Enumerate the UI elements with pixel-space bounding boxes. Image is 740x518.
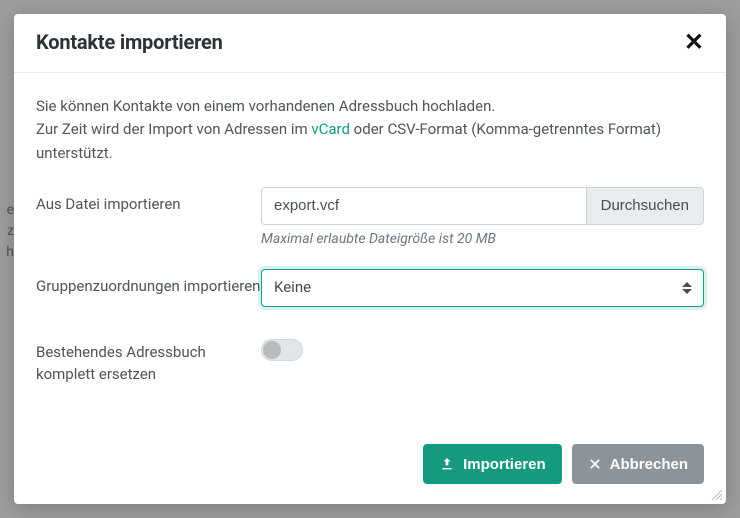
import-button[interactable]: Importieren — [423, 444, 562, 484]
cancel-button-label: Abbrechen — [610, 456, 688, 473]
intro-line-1: Sie können Kontakte von einem vorhandene… — [36, 97, 495, 115]
upload-icon — [439, 456, 455, 472]
vcard-link[interactable]: vCard — [311, 120, 350, 138]
file-size-help: Maximal erlaubte Dateigröße ist 20 MB — [261, 231, 704, 247]
cancel-button[interactable]: Abbrechen — [572, 444, 704, 484]
file-import-label: Aus Datei importieren — [36, 187, 261, 216]
replace-addressbook-row: Bestehendes Adressbuch komplett ersetzen — [36, 335, 704, 386]
intro-text: Sie können Kontakte von einem vorhandene… — [36, 95, 704, 165]
close-small-icon — [588, 457, 602, 471]
group-assignments-selected: Keine — [274, 278, 311, 296]
intro-line-2a: Zur Zeit wird der Import von Adressen im — [36, 120, 311, 138]
group-assignments-label: Gruppenzuordnungen importieren — [36, 269, 261, 298]
dialog-title: Kontakte importieren — [36, 30, 223, 54]
replace-addressbook-label: Bestehendes Adressbuch komplett ersetzen — [36, 335, 261, 386]
dialog-footer: Importieren Abbrechen — [14, 434, 726, 504]
group-assignments-select[interactable]: Keine — [261, 269, 704, 307]
dialog-body: Sie können Kontakte von einem vorhandene… — [14, 73, 726, 434]
browse-button[interactable]: Durchsuchen — [586, 188, 703, 224]
import-button-label: Importieren — [463, 456, 546, 473]
close-icon[interactable]: ✕ — [684, 30, 704, 54]
import-contacts-dialog: Kontakte importieren ✕ Sie können Kontak… — [14, 14, 726, 504]
group-assignments-row: Gruppenzuordnungen importieren Keine — [36, 269, 704, 307]
replace-addressbook-toggle[interactable] — [261, 339, 303, 361]
toggle-knob — [263, 341, 281, 359]
file-import-row: Aus Datei importieren Durchsuchen Maxima… — [36, 187, 704, 247]
background-text-fragment: ezh — [0, 200, 14, 263]
file-name-input[interactable] — [262, 188, 586, 224]
file-input-group[interactable]: Durchsuchen — [261, 187, 704, 225]
dialog-header: Kontakte importieren ✕ — [14, 14, 726, 73]
resize-handle-icon — [710, 488, 722, 500]
